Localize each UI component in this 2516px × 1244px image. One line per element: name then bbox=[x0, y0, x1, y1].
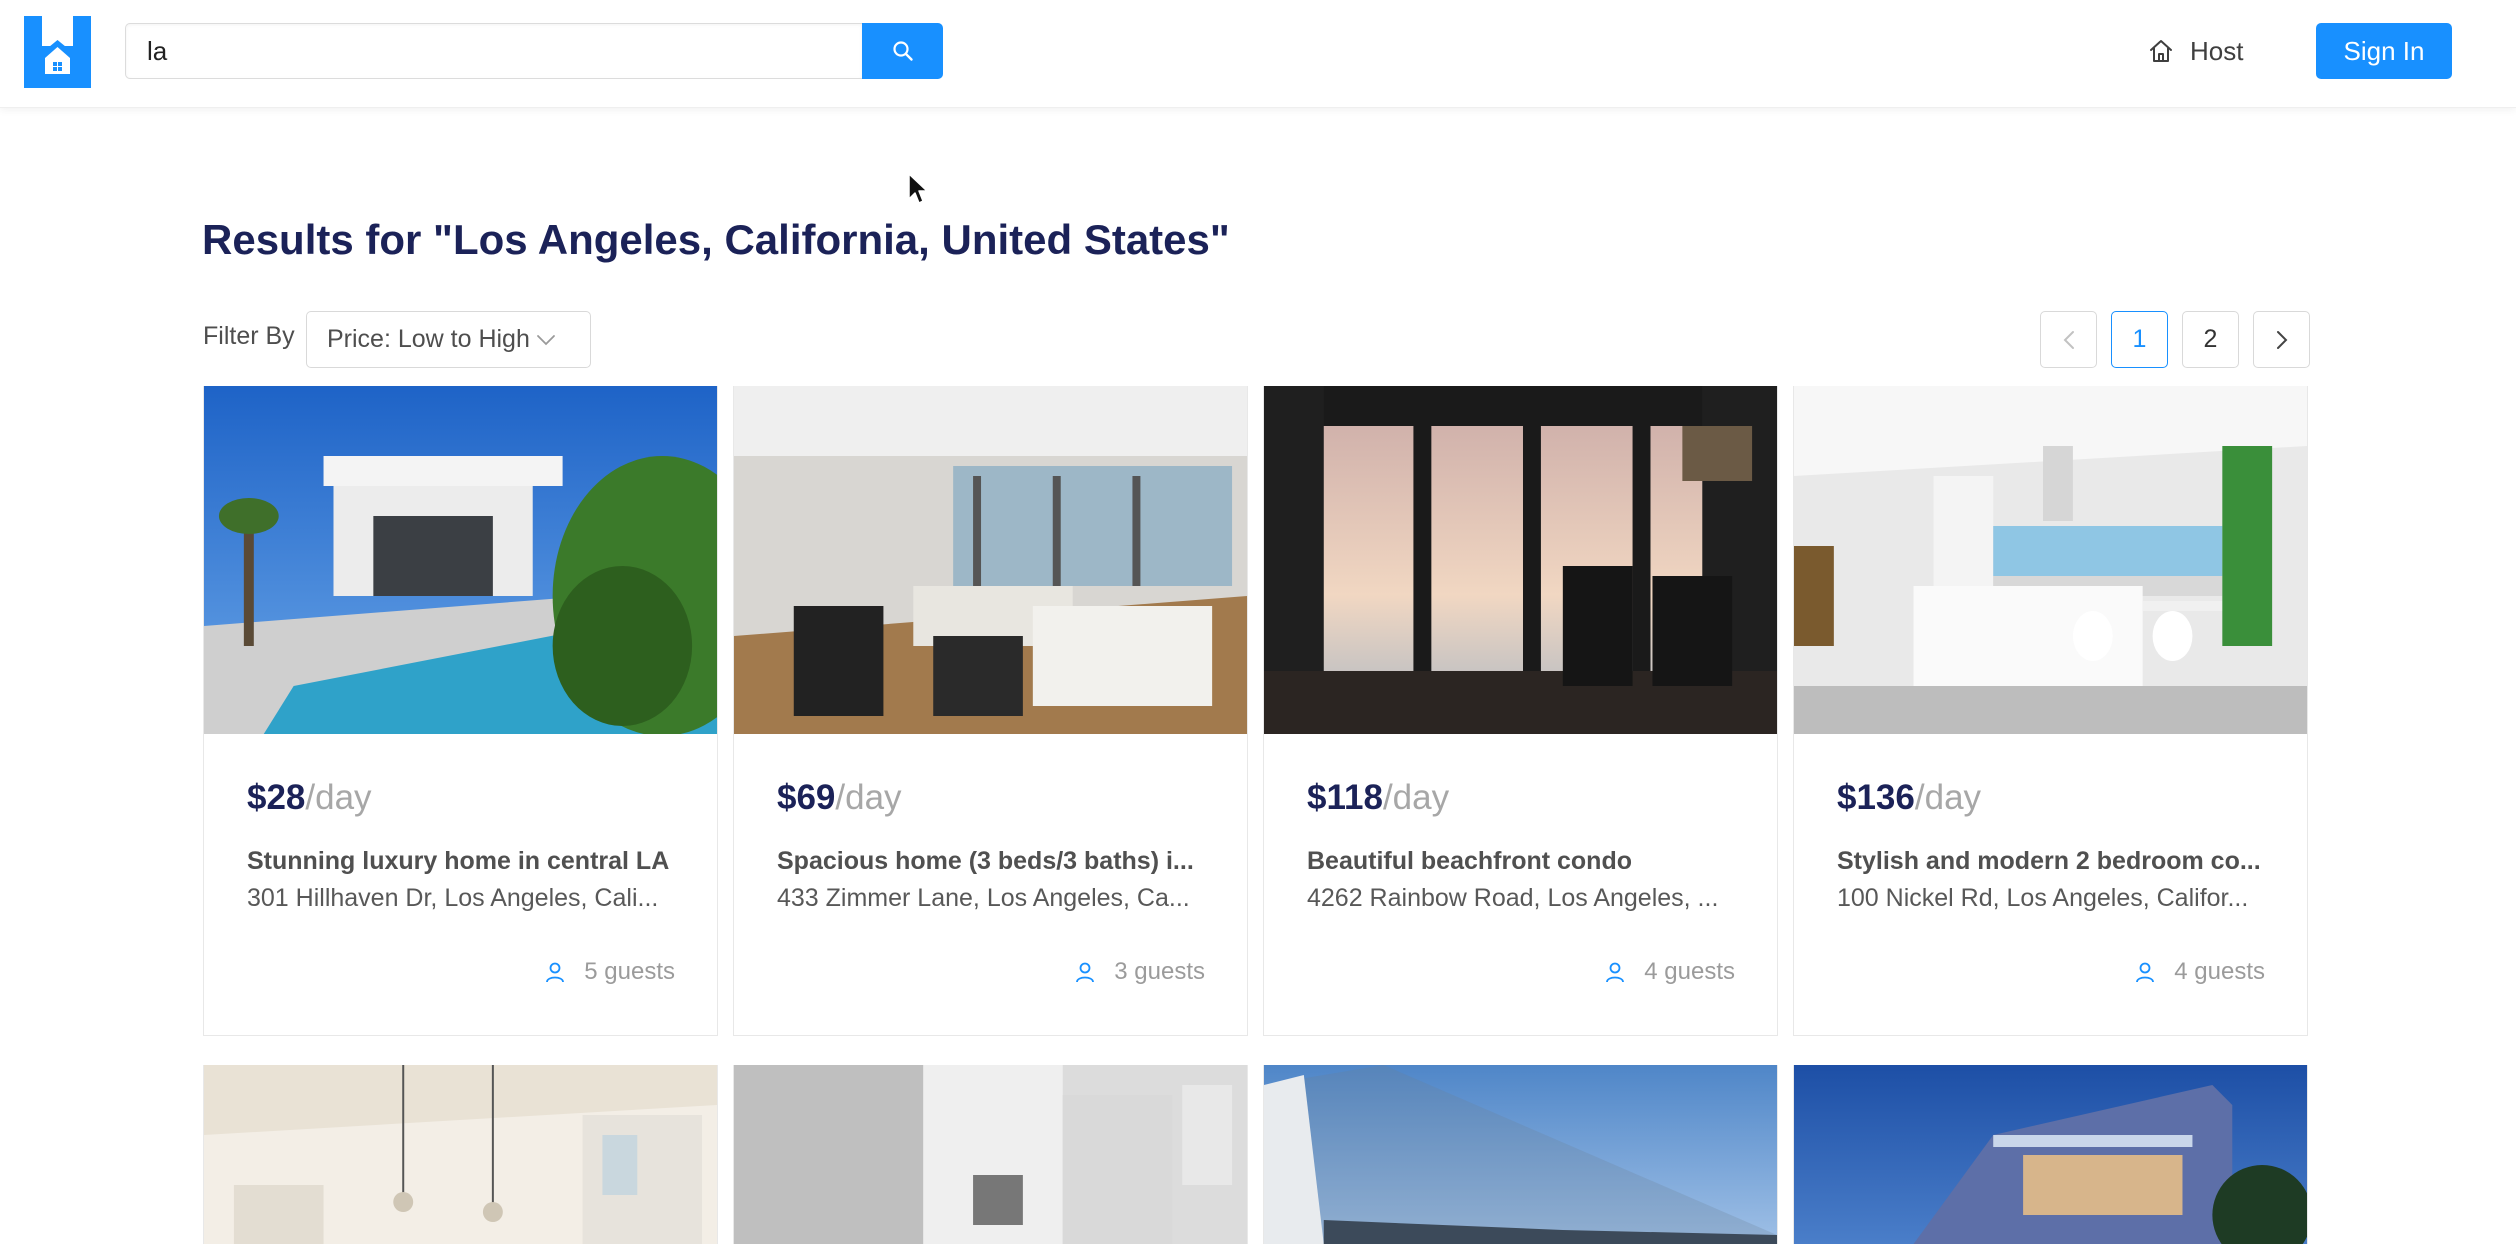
house-logo-icon[interactable] bbox=[24, 16, 91, 88]
listing-price: $69/day bbox=[777, 778, 902, 817]
filter-label: Filter By bbox=[203, 322, 295, 350]
search-bar bbox=[125, 23, 943, 79]
listing-title: Beautiful beachfront condo bbox=[1307, 847, 1632, 875]
listing-title: Stunning luxury home in central LA bbox=[247, 847, 670, 875]
sort-select[interactable]: Price: Low to High bbox=[306, 311, 591, 368]
chevron-left-icon bbox=[2063, 330, 2074, 349]
chevron-down-icon bbox=[536, 334, 555, 345]
listing-card[interactable] bbox=[1263, 1065, 1778, 1244]
top-navbar: Host Sign In bbox=[0, 0, 2516, 108]
search-icon bbox=[892, 41, 913, 61]
listing-photo bbox=[734, 386, 1247, 734]
page-1-button[interactable]: 1 bbox=[2111, 311, 2168, 368]
listing-photo bbox=[1264, 386, 1777, 734]
listing-title: Stylish and modern 2 bedroom co... bbox=[1837, 847, 2261, 875]
home-icon bbox=[2150, 40, 2172, 62]
listing-price: $28/day bbox=[247, 778, 372, 817]
listing-card[interactable]: $136/day Stylish and modern 2 bedroom co… bbox=[1793, 386, 2308, 1036]
listing-card[interactable]: $28/day Stunning luxury home in central … bbox=[203, 386, 718, 1036]
host-label: Host bbox=[2190, 35, 2244, 66]
user-icon bbox=[1076, 962, 1095, 983]
mouse-cursor-icon bbox=[908, 173, 928, 204]
sign-in-button[interactable]: Sign In bbox=[2316, 23, 2452, 79]
prev-page-button[interactable] bbox=[2040, 311, 2097, 368]
listing-photo bbox=[1794, 1065, 2307, 1244]
listing-guests: 4 guests bbox=[2134, 958, 2265, 986]
user-icon bbox=[2136, 962, 2155, 983]
chevron-right-icon bbox=[2276, 330, 2287, 349]
listing-guests: 5 guests bbox=[544, 958, 675, 986]
listing-address: 301 Hillhaven Dr, Los Angeles, Cali... bbox=[247, 884, 659, 912]
page-2-button[interactable]: 2 bbox=[2182, 311, 2239, 368]
listing-photo bbox=[734, 1065, 1247, 1244]
listing-address: 4262 Rainbow Road, Los Angeles, ... bbox=[1307, 884, 1719, 912]
user-icon bbox=[546, 962, 565, 983]
listing-address: 100 Nickel Rd, Los Angeles, Califor... bbox=[1837, 884, 2249, 912]
listing-photo bbox=[204, 386, 717, 734]
listing-card[interactable] bbox=[203, 1065, 718, 1244]
page-title: Results for "Los Angeles, California, Un… bbox=[202, 216, 1230, 263]
listing-guests: 4 guests bbox=[1604, 958, 1735, 986]
search-input[interactable] bbox=[125, 23, 862, 79]
next-page-button[interactable] bbox=[2253, 311, 2310, 368]
listing-card[interactable] bbox=[733, 1065, 1248, 1244]
listing-card[interactable]: $69/day Spacious home (3 beds/3 baths) i… bbox=[733, 386, 1248, 1036]
listing-price: $136/day bbox=[1837, 778, 1982, 817]
user-icon bbox=[1606, 962, 1625, 983]
listing-photo bbox=[204, 1065, 717, 1244]
listing-photo bbox=[1794, 386, 2307, 734]
listing-guests: 3 guests bbox=[1074, 958, 1205, 986]
host-link[interactable]: Host bbox=[2148, 30, 2243, 72]
listing-address: 433 Zimmer Lane, Los Angeles, Ca... bbox=[777, 884, 1190, 912]
listing-photo bbox=[1264, 1065, 1777, 1244]
listing-title: Spacious home (3 beds/3 baths) i... bbox=[777, 847, 1194, 875]
listing-price: $118/day bbox=[1307, 778, 1450, 817]
listing-card[interactable]: $118/day Beautiful beachfront condo 4262… bbox=[1263, 386, 1778, 1036]
search-button[interactable] bbox=[862, 23, 943, 79]
listing-card[interactable] bbox=[1793, 1065, 2308, 1244]
sort-select-value: Price: Low to High bbox=[327, 325, 530, 353]
